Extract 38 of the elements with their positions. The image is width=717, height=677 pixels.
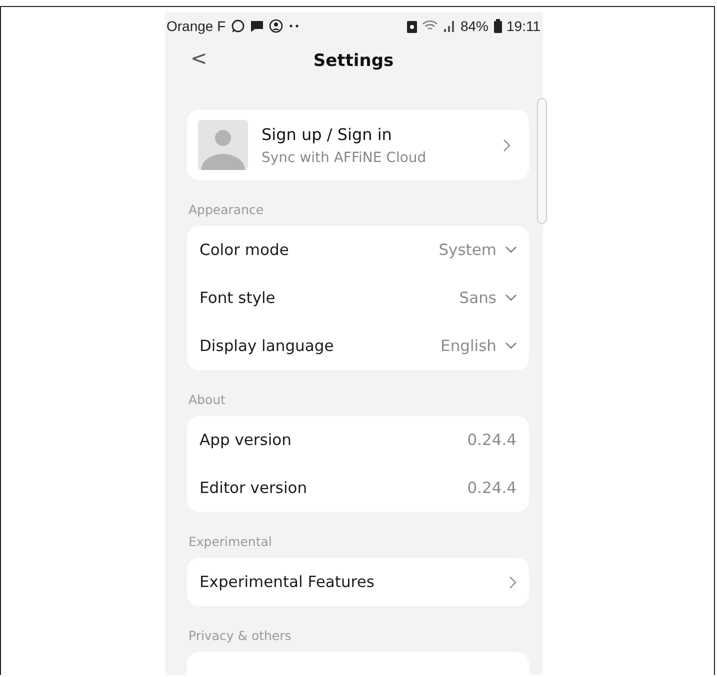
row-label: Display language <box>200 337 334 355</box>
clock-time: 19:11 <box>506 18 540 34</box>
row-value: 0.24.4 <box>467 479 516 497</box>
battery-percent: 84% <box>460 18 488 34</box>
section-title: Appearance <box>188 201 265 219</box>
chevron-right-icon <box>508 576 516 588</box>
carrier-text: Orange F <box>166 18 226 34</box>
back-button[interactable]: < <box>186 46 212 70</box>
signal-icon <box>443 20 456 32</box>
section-title: Privacy & others <box>188 627 292 645</box>
chevron-down-icon <box>504 342 516 350</box>
message-icon <box>250 20 264 32</box>
row-label: Color mode <box>200 241 289 259</box>
account-title: Sign up / Sign in <box>262 124 393 144</box>
more-dots-icon <box>288 24 300 28</box>
account-subtitle: Sync with AFFiNE Cloud <box>262 150 428 166</box>
wifi-icon <box>422 20 438 32</box>
avatar-placeholder <box>198 120 248 170</box>
dropdown[interactable]: System <box>438 241 516 259</box>
section-title: Experimental <box>188 533 273 551</box>
row-label: App version <box>200 431 292 449</box>
section-title: About <box>188 391 226 409</box>
chevron-right-icon <box>502 138 510 152</box>
account-card[interactable]: Sign up / Sign in Sync with AFFiNE Cloud <box>186 110 528 180</box>
battery-saver-icon <box>407 20 418 32</box>
settings-row[interactable]: Experimental Features <box>186 558 528 606</box>
row-label: Experimental Features <box>200 573 374 591</box>
chevron-down-icon <box>504 294 516 302</box>
row-value: 0.24.4 <box>467 431 516 449</box>
dropdown[interactable]: Sans <box>459 289 516 307</box>
battery-icon <box>494 19 502 33</box>
chat-bubble-icon <box>230 19 245 33</box>
row-label: Font style <box>200 289 276 307</box>
chevron-down-icon <box>504 246 516 254</box>
person-circle-icon <box>268 19 283 33</box>
dropdown[interactable]: English <box>440 337 516 355</box>
row-label: Editor version <box>200 479 308 497</box>
page-title: Settings <box>313 51 394 71</box>
